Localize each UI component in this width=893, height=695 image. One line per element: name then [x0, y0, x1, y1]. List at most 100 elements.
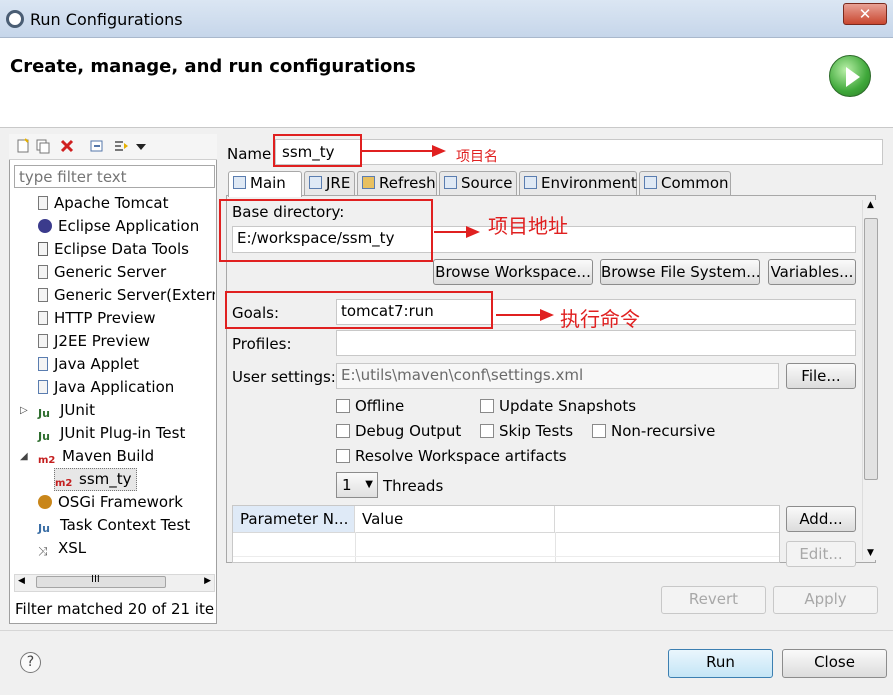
window-close-button[interactable]: ✕	[843, 3, 887, 25]
expand-toggle-icon[interactable]: ▷	[20, 399, 28, 422]
checkbox-box[interactable]	[336, 399, 350, 413]
browse-file-system-button[interactable]: Browse File System...	[600, 259, 761, 285]
resolve-workspace-checkbox[interactable]: Resolve Workspace artifacts	[336, 447, 567, 465]
tree-item[interactable]: HTTP Preview	[38, 307, 156, 330]
browse-workspace-button[interactable]: Browse Workspace...	[433, 259, 593, 285]
delete-icon[interactable]	[59, 138, 75, 154]
tree-item[interactable]: J2EE Preview	[38, 330, 150, 353]
tab-label: JRE	[326, 174, 351, 192]
close-button[interactable]: Close	[782, 649, 887, 678]
offline-label: Offline	[355, 397, 405, 415]
tree-item[interactable]: Generic Server(External Launch)	[38, 284, 215, 307]
tab-label: Environment	[541, 174, 637, 192]
update-snapshots-checkbox[interactable]: Update Snapshots	[480, 397, 636, 415]
scroll-down-icon[interactable]: ▼	[867, 548, 874, 558]
profiles-field[interactable]	[336, 330, 856, 356]
skip-tests-checkbox[interactable]: Skip Tests	[480, 422, 573, 440]
common-icon	[644, 176, 657, 189]
scroll-right-icon[interactable]: ▶	[204, 576, 211, 586]
tree-item[interactable]: Java Applet	[38, 353, 139, 376]
run-button[interactable]: Run	[668, 649, 773, 678]
threads-select[interactable]: 1	[336, 472, 378, 498]
tab-main[interactable]: Main	[228, 171, 302, 197]
variables-button[interactable]: Variables...	[768, 259, 856, 285]
tree-item[interactable]: Generic Server	[38, 261, 166, 284]
tree-item[interactable]: ▷ Ju JUnit	[20, 399, 95, 422]
apply-button[interactable]: Apply	[773, 586, 878, 614]
filter-input[interactable]	[14, 165, 215, 188]
debug-output-label: Debug Output	[355, 422, 462, 440]
filter-icon[interactable]	[113, 138, 129, 154]
checkbox-box[interactable]	[480, 424, 494, 438]
run-config-icon	[6, 10, 24, 28]
tab-label: Main	[250, 174, 286, 192]
expand-toggle-icon[interactable]: ◢	[20, 445, 28, 468]
tree-item[interactable]: m2 ssm_ty	[54, 468, 137, 491]
xsl-icon: ⤨	[38, 544, 48, 558]
checkbox-box[interactable]	[592, 424, 606, 438]
column-header-extra[interactable]	[555, 506, 779, 532]
offline-checkbox[interactable]: Offline	[336, 397, 404, 415]
user-settings-field[interactable]: E:\utils\maven\conf\settings.xml	[336, 363, 779, 389]
annotation-execute-command: 执行命令	[560, 307, 640, 331]
osgi-icon	[38, 495, 52, 509]
tab-common[interactable]: Common	[639, 171, 731, 196]
name-field[interactable]: ssm_ty	[275, 139, 883, 165]
footer-divider	[0, 630, 893, 631]
tab-source[interactable]: Source	[439, 171, 517, 196]
junit-icon: Ju	[38, 407, 50, 420]
tree-item-label: Apache Tomcat	[54, 194, 169, 212]
jre-icon	[309, 176, 322, 189]
annotation-arrow	[362, 150, 434, 152]
tree-item[interactable]: Eclipse Data Tools	[38, 238, 189, 261]
tree-item[interactable]: Ju Task Context Test	[38, 514, 190, 537]
revert-button[interactable]: Revert	[661, 586, 766, 614]
tab-environment[interactable]: Environment	[519, 171, 637, 196]
chevron-down-icon[interactable]	[135, 138, 147, 154]
tree-item-label: Eclipse Data Tools	[54, 240, 189, 258]
new-config-icon[interactable]	[15, 138, 31, 154]
column-header-value[interactable]: Value	[355, 506, 555, 532]
tree-item[interactable]: ◢ m2 Maven Build	[20, 445, 154, 468]
parameter-table[interactable]: Parameter N... Value	[232, 505, 780, 563]
tree-item-label: ssm_ty	[79, 470, 132, 488]
non-recursive-checkbox[interactable]: Non-recursive	[592, 422, 715, 440]
vertical-scrollbar-thumb[interactable]	[864, 218, 878, 480]
server-icon	[38, 334, 48, 348]
tree-item[interactable]: Ju JUnit Plug-in Test	[38, 422, 185, 445]
tree-item-label: Generic Server(External Launch)	[54, 286, 215, 304]
main-tab-icon	[233, 176, 246, 189]
checkbox-box[interactable]	[336, 449, 350, 463]
tree-item[interactable]: Eclipse Application	[38, 215, 199, 238]
tab-jre[interactable]: JRE	[304, 171, 355, 196]
debug-output-checkbox[interactable]: Debug Output	[336, 422, 461, 440]
filter-status: Filter matched 20 of 21 items	[15, 600, 215, 618]
tree-item[interactable]: Java Application	[38, 376, 174, 399]
tab-label: Source	[461, 174, 513, 192]
checkbox-box[interactable]	[336, 424, 350, 438]
edit-button[interactable]: Edit...	[786, 541, 856, 567]
column-header-parameter[interactable]: Parameter N...	[233, 506, 355, 532]
collapse-all-icon[interactable]	[89, 138, 105, 154]
tree-item-label: Eclipse Application	[58, 217, 200, 235]
annotation-arrow-head	[466, 226, 480, 238]
tree-item[interactable]: ⤨ XSL	[38, 537, 86, 560]
header-title: Create, manage, and run configurations	[10, 56, 416, 77]
checkbox-box[interactable]	[480, 399, 494, 413]
tab-refresh[interactable]: Refresh	[357, 171, 437, 196]
file-button[interactable]: File...	[786, 363, 856, 389]
scroll-up-icon[interactable]: ▲	[867, 200, 874, 210]
scroll-left-icon[interactable]: ◀	[18, 576, 25, 586]
threads-label: Threads	[383, 477, 444, 495]
server-icon	[38, 265, 48, 279]
tree-item[interactable]: OSGi Framework	[38, 491, 183, 514]
tree-item[interactable]: Apache Tomcat	[38, 192, 168, 215]
help-icon[interactable]: ?	[20, 652, 41, 673]
skip-tests-label: Skip Tests	[499, 422, 574, 440]
scrollbar-thumb[interactable]: III	[36, 574, 166, 588]
config-tree: Apache Tomcat Eclipse Application Eclipse …	[10, 192, 215, 570]
non-recursive-label: Non-recursive	[611, 422, 716, 440]
update-snapshots-label: Update Snapshots	[499, 397, 637, 415]
duplicate-icon[interactable]	[35, 138, 51, 154]
add-button[interactable]: Add...	[786, 506, 856, 532]
